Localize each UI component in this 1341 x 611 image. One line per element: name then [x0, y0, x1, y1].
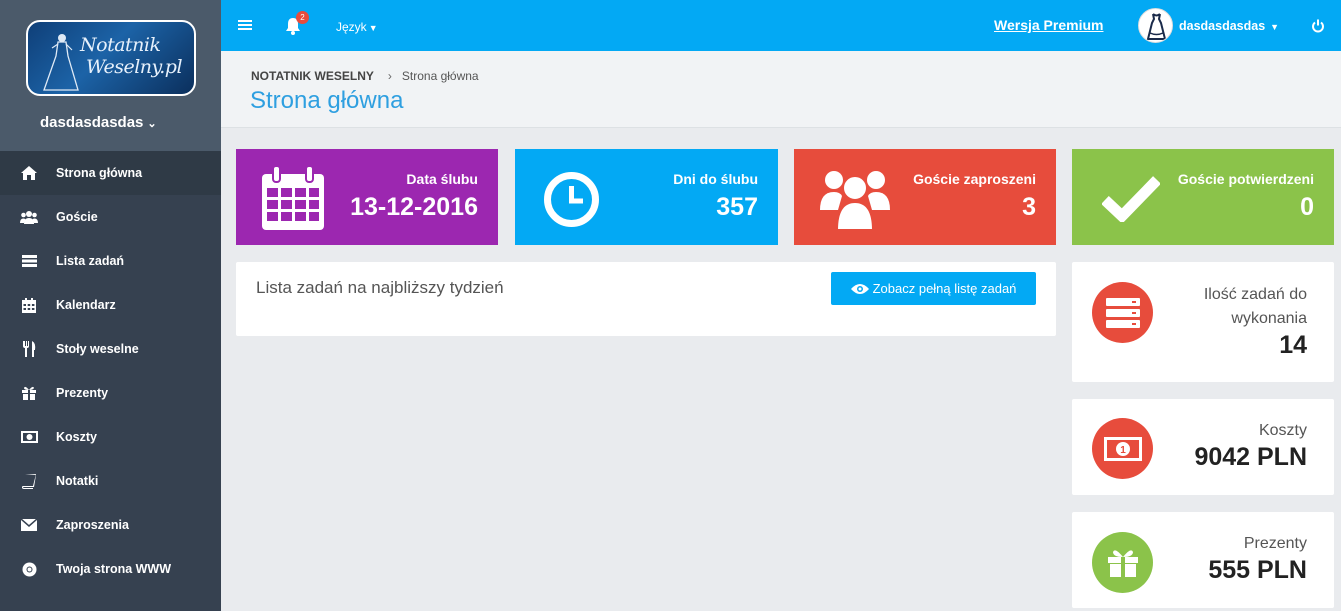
users-icon: [20, 208, 38, 226]
money-icon: 1: [1103, 436, 1142, 461]
tasks-icon-circle: [1092, 282, 1153, 343]
breadcrumb-root[interactable]: NOTATNIK WESELNY: [251, 69, 374, 83]
gift-icon: [20, 384, 38, 402]
hamburger-menu-icon[interactable]: [238, 18, 252, 32]
gifts-card[interactable]: Prezenty 555 PLN: [1072, 512, 1334, 608]
chevron-right-icon: ›: [387, 69, 392, 83]
confirmed-guests-tile[interactable]: Goście potwierdzeni 0: [1072, 149, 1334, 245]
tile-label: Dni do ślubu: [673, 171, 758, 187]
sidebar-item-gifts[interactable]: Prezenty: [0, 371, 221, 415]
power-icon[interactable]: [1311, 19, 1325, 33]
page-header: NOTATNIK WESELNY › Strona główna Strona gł…: [221, 51, 1341, 128]
dress-icon: [1146, 13, 1167, 40]
tile-label: Goście zaproszeni: [913, 171, 1036, 187]
chevron-down-icon: ⌄: [147, 118, 157, 130]
sidebar-item-calendar[interactable]: Kalendarz: [0, 283, 221, 327]
cutlery-icon: [20, 340, 38, 358]
sidebar-item-label: Prezenty: [56, 386, 109, 400]
users-icon: [820, 171, 890, 230]
home-icon: [20, 164, 38, 182]
top-navbar: 2 Język ▼ Wersja Premium dasdasdasdas ▼: [221, 0, 1341, 51]
breadcrumb-current: Strona główna: [401, 69, 479, 83]
user-menu[interactable]: dasdasdasdas ▼: [1179, 19, 1279, 33]
card-value: 14: [1279, 331, 1307, 359]
notification-badge: 2: [296, 11, 309, 24]
bride-silhouette-icon: [43, 34, 79, 91]
chrome-icon: [20, 560, 38, 578]
sidebar-item-label: Strona główna: [56, 166, 143, 180]
button-label: Zobacz pełną listę zadań: [872, 281, 1017, 296]
sidebar-item-label: Zaproszenia: [56, 518, 129, 532]
sidebar-item-website[interactable]: Twoja strona WWW: [0, 547, 221, 591]
sidebar-item-label: Notatki: [56, 474, 99, 488]
tile-value: 357: [716, 193, 758, 221]
calendar-icon: [262, 166, 324, 230]
costs-icon-circle: 1: [1092, 418, 1153, 479]
page-title: Strona główna: [250, 87, 404, 114]
sidebar-item-home[interactable]: Strona główna: [0, 151, 221, 195]
sidebar-item-label: Lista zadań: [56, 254, 125, 268]
tile-label: Data ślubu: [406, 171, 478, 187]
sidebar-item-costs[interactable]: Koszty: [0, 415, 221, 459]
gift-icon: [1107, 549, 1138, 577]
sidebar-item-label: Stoły weselne: [56, 342, 139, 356]
sidebar-nav: Strona główna Goście Lista zadań Kalenda…: [0, 151, 221, 591]
language-dropdown[interactable]: Język ▼: [336, 20, 378, 34]
sidebar-item-label: Twoja strona WWW: [56, 562, 172, 576]
user-menu-name: dasdasdasdas: [1179, 19, 1266, 33]
costs-card[interactable]: 1 Koszty 9042 PLN: [1072, 399, 1334, 495]
invited-guests-tile[interactable]: Goście zaproszeni 3: [794, 149, 1056, 245]
tasks-icon: [20, 252, 38, 270]
view-all-tasks-button[interactable]: Zobacz pełną listę zadań: [831, 272, 1036, 305]
avatar[interactable]: [1138, 8, 1173, 43]
clock-icon: [544, 172, 599, 227]
logo-text: Notatnik Weselny.pl: [80, 34, 183, 78]
book-icon: [20, 472, 38, 490]
days-to-wedding-tile[interactable]: Dni do ślubu 357: [515, 149, 778, 245]
sidebar: Notatnik Weselny.pl dasdasdasdas ⌄ Strona…: [0, 0, 221, 611]
sidebar-item-label: Koszty: [56, 430, 97, 444]
caret-down-icon: ▼: [1270, 22, 1280, 32]
sidebar-item-notes[interactable]: Notatki: [0, 459, 221, 503]
sidebar-item-invitations[interactable]: Zaproszenia: [0, 503, 221, 547]
tile-label: Goście potwierdzeni: [1177, 171, 1314, 187]
card-value: 555 PLN: [1208, 556, 1307, 584]
sidebar-item-tables[interactable]: Stoły weselne: [0, 327, 221, 371]
card-value: 9042 PLN: [1194, 443, 1307, 471]
sidebar-item-guests[interactable]: Goście: [0, 195, 221, 239]
weekly-tasks-panel: Lista zadań na najbliższy tydzień Zobacz…: [236, 262, 1056, 336]
svg-text:1: 1: [1120, 445, 1126, 456]
logo[interactable]: Notatnik Weselny.pl: [26, 20, 196, 96]
gifts-icon-circle: [1092, 532, 1153, 593]
check-icon: [1102, 176, 1160, 222]
premium-link[interactable]: Wersja Premium: [994, 17, 1103, 33]
sidebar-header: Notatnik Weselny.pl dasdasdasdas ⌄: [0, 0, 221, 151]
language-label: Język: [336, 20, 367, 34]
tile-value: 13-12-2016: [350, 193, 478, 221]
tile-value: 0: [1300, 193, 1314, 221]
envelope-icon: [20, 516, 38, 534]
money-icon: [20, 428, 38, 446]
sidebar-item-label: Goście: [56, 210, 98, 224]
card-label: Koszty: [1258, 422, 1307, 439]
card-label: Ilość zadań do wykonania: [1203, 286, 1307, 327]
sidebar-user-name: dasdasdasdas: [40, 114, 144, 131]
sidebar-item-label: Kalendarz: [56, 298, 116, 312]
caret-down-icon: ▼: [368, 23, 378, 33]
wedding-date-tile[interactable]: Data ślubu 13-12-2016: [236, 149, 498, 245]
server-list-icon: [1105, 297, 1140, 328]
tile-value: 3: [1022, 193, 1036, 221]
card-label: Prezenty: [1243, 535, 1307, 552]
calendar-icon: [20, 296, 38, 314]
tasks-to-do-card[interactable]: Ilość zadań do wykonania 14: [1072, 262, 1334, 382]
breadcrumb: NOTATNIK WESELNY › Strona główna: [251, 69, 479, 83]
sidebar-user-menu[interactable]: dasdasdasdas ⌄: [40, 114, 157, 131]
eye-icon: [850, 283, 869, 294]
sidebar-item-tasks[interactable]: Lista zadań: [0, 239, 221, 283]
panel-title: Lista zadań na najbliższy tydzień: [256, 278, 504, 297]
